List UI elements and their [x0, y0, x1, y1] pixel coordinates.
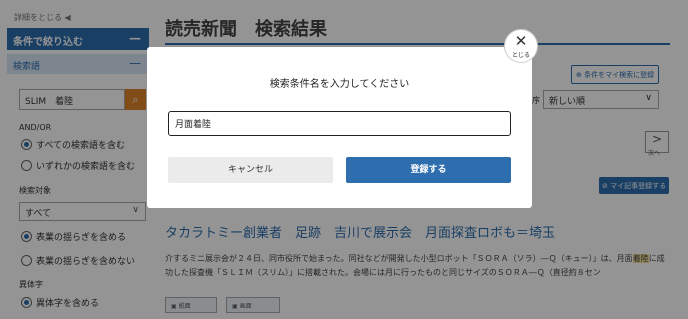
- close-dialog-button[interactable]: ✕ とじる: [504, 29, 538, 63]
- dialog-title: 検索条件名を入力してください: [269, 79, 410, 90]
- save-condition-dialog: 検索条件名を入力してください キャンセル 登録する: [147, 47, 532, 208]
- close-icon: ✕: [514, 32, 528, 50]
- register-button[interactable]: 登録する: [346, 157, 511, 183]
- close-label: とじる: [511, 52, 530, 59]
- condition-name-input[interactable]: [168, 111, 511, 136]
- cancel-button[interactable]: キャンセル: [168, 157, 333, 183]
